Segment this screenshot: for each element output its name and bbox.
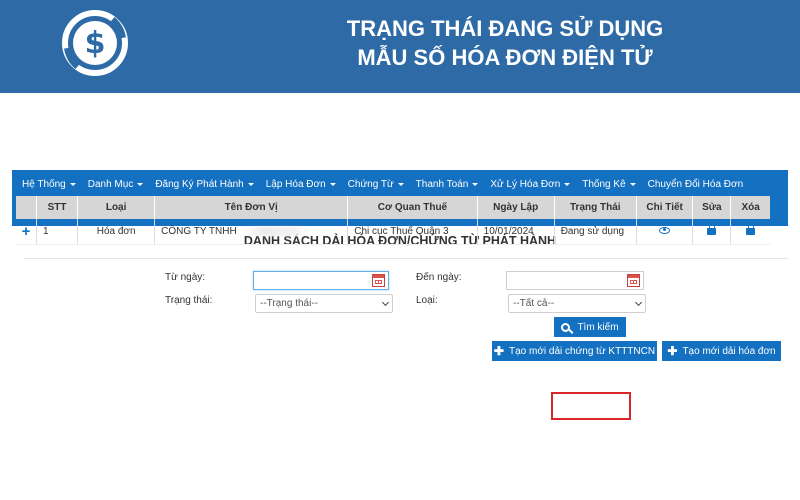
create-invoice-range-button[interactable]: ✚ Tạo mới dải hóa đơn xyxy=(662,341,781,361)
nav-item-label: Chuyển Đổi Hóa Đơn xyxy=(647,178,744,190)
lock-icon[interactable] xyxy=(746,224,756,236)
nav-item-label: Xử Lý Hóa Đơn xyxy=(490,178,561,190)
invoice-range-table: STT Loại Tên Đơn Vị Cơ Quan Thuế Ngày Lậ… xyxy=(16,196,770,245)
nav-item-label: Chứng Từ xyxy=(347,178,394,190)
caret-down-icon xyxy=(564,182,571,186)
svg-text:$: $ xyxy=(85,26,106,61)
create-kttncn-label: Tạo mới dải chứng từ KTTTNCN xyxy=(508,345,656,357)
nav-item-5[interactable]: Chứng Từ xyxy=(342,179,410,190)
title-divider xyxy=(24,258,788,259)
caret-down-icon xyxy=(69,182,76,186)
nav-item-label: Danh Mục xyxy=(87,178,134,190)
nav-item-8[interactable]: Thống Kê xyxy=(576,179,641,190)
redacted-text-blur xyxy=(242,226,313,236)
from-date-input[interactable] xyxy=(253,271,389,290)
cell-status: Đang sử dụng xyxy=(554,219,637,245)
nav-item-9[interactable]: Chuyển Đổi Hóa Đơn xyxy=(642,179,750,190)
chevron-down-icon xyxy=(381,298,390,307)
status-highlight-box xyxy=(551,392,631,420)
column-header-created-date: Ngày Lập xyxy=(477,196,555,219)
banner-title-line-2: MẪU SỐ HÓA ĐƠN ĐIỆN TỬ xyxy=(357,45,653,70)
plus-icon: ✚ xyxy=(667,344,678,358)
navbar-row-1: Hệ Thống Danh Mục Đăng Ký Phát Hành Lập Hóa… xyxy=(16,170,749,198)
nav-item-2[interactable]: Danh Mục xyxy=(82,179,150,190)
table-row: + 1 Hóa đơn CÔNG TY TNHH Chi cục Thuế Qu… xyxy=(16,219,770,245)
cell-delete xyxy=(730,219,770,245)
column-header-tax-office: Cơ Quan Thuế xyxy=(347,196,478,219)
chevron-down-icon xyxy=(634,298,643,307)
nav-item-3[interactable]: Đăng Ký Phát Hành xyxy=(149,179,259,190)
caret-down-icon xyxy=(397,182,404,186)
nav-item-4[interactable]: Lập Hóa Đơn xyxy=(260,179,342,190)
column-header-delete: Xóa xyxy=(730,196,770,219)
type-label: Loại: xyxy=(416,295,438,306)
cell-tax-office: Chi cục Thuế Quận 3 xyxy=(347,219,478,245)
status-label: Trạng thái: xyxy=(165,295,213,306)
column-header-edit: Sửa xyxy=(692,196,732,219)
nav-item-1[interactable]: Hệ Thống xyxy=(16,179,82,190)
status-select[interactable]: --Trạng thái-- xyxy=(255,294,393,313)
banner-title: TRẠNG THÁI ĐANG SỬ DỤNG MẪU SỐ HÓA ĐƠN Đ… xyxy=(280,14,730,72)
nav-item-label: Lập Hóa Đơn xyxy=(265,178,326,190)
create-invoice-range-label: Tạo mới dải hóa đơn xyxy=(682,345,776,357)
plus-icon: ✚ xyxy=(493,344,504,358)
column-header-unit-name: Tên Đơn Vị xyxy=(154,196,349,219)
search-icon xyxy=(561,322,571,332)
to-date-input[interactable] xyxy=(506,271,644,290)
nav-item-label: Đăng Ký Phát Hành xyxy=(155,178,244,190)
calendar-icon[interactable] xyxy=(372,274,385,287)
cell-created-date: 10/01/2024 xyxy=(477,219,555,245)
lock-icon[interactable] xyxy=(707,224,717,236)
eye-icon[interactable] xyxy=(659,226,671,234)
status-select-value: --Trạng thái-- xyxy=(260,298,318,309)
caret-down-icon xyxy=(629,182,636,186)
nav-item-label: Thanh Toán xyxy=(415,178,469,190)
column-header-status: Trạng Thái xyxy=(554,196,637,219)
to-date-label: Đến ngày: xyxy=(416,272,462,283)
caret-down-icon xyxy=(472,182,479,186)
type-select-value: --Tất cả-- xyxy=(513,298,555,309)
unit-name-text: CÔNG TY TNHH xyxy=(161,225,237,237)
from-date-label: Từ ngày: xyxy=(165,272,206,283)
caret-down-icon xyxy=(247,182,254,186)
caret-down-icon xyxy=(329,182,336,186)
table-header-row: STT Loại Tên Đơn Vị Cơ Quan Thuế Ngày Lậ… xyxy=(16,196,770,219)
column-header-stt: STT xyxy=(36,196,79,219)
content-area: DANH SÁCH DẢI HÓA ĐƠN/CHỨNG TỪ PHÁT HÀNH… xyxy=(12,226,788,420)
nav-item-7[interactable]: Xử Lý Hóa Đơn xyxy=(484,179,576,190)
cell-edit xyxy=(692,219,732,245)
nav-item-label: Thống Kê xyxy=(582,178,626,190)
cell-type: Hóa đơn xyxy=(77,219,156,245)
cell-detail xyxy=(636,219,694,245)
search-button[interactable]: Tìm kiếm xyxy=(554,317,626,337)
calendar-icon[interactable] xyxy=(627,274,640,287)
expand-column-header xyxy=(16,196,38,219)
dollar-coin-logo-icon: $ xyxy=(62,10,128,76)
banner: $ TRẠNG THÁI ĐANG SỬ DỤNG MẪU SỐ HÓA ĐƠN… xyxy=(0,0,800,93)
search-button-label: Tìm kiếm xyxy=(577,321,619,333)
type-select[interactable]: --Tất cả-- xyxy=(508,294,646,313)
column-header-detail: Chi Tiết xyxy=(636,196,694,219)
column-header-type: Loại xyxy=(77,196,156,219)
banner-title-line-1: TRẠNG THÁI ĐANG SỬ DỤNG xyxy=(346,16,664,41)
nav-item-label: Hệ Thống xyxy=(22,178,66,190)
cell-unit-name: CÔNG TY TNHH xyxy=(154,219,349,245)
caret-down-icon xyxy=(137,182,144,186)
nav-item-6[interactable]: Thanh Toán xyxy=(410,179,485,190)
cell-stt: 1 xyxy=(36,219,79,245)
create-kttncn-button[interactable]: ✚ Tạo mới dải chứng từ KTTTNCN xyxy=(492,341,657,361)
expand-plus-icon[interactable]: + xyxy=(16,219,38,245)
